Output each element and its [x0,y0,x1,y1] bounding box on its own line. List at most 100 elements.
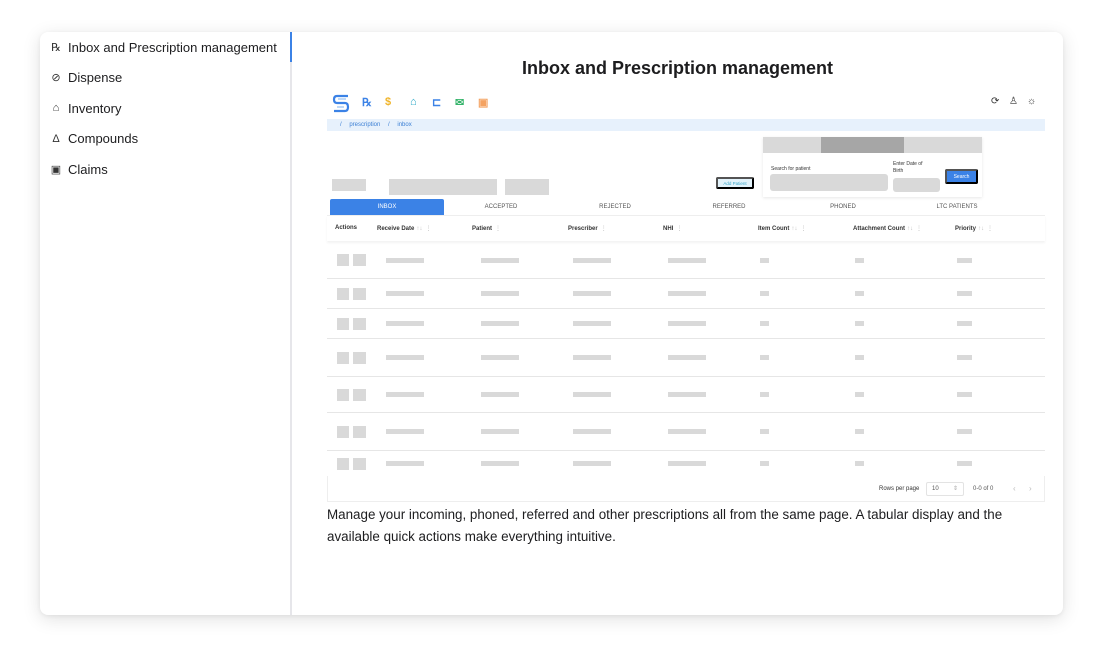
column-header-label: Item Count [758,226,790,232]
column-header-label: Patient [472,226,493,232]
sidebar-item-inventory[interactable]: ⌂ Inventory [50,97,122,119]
form-icon[interactable]: ▣ [478,96,488,109]
column-header-label: Priority [955,226,977,232]
action-button-placeholder[interactable] [337,457,349,470]
column-header-prescriber[interactable]: Prescriber ⋮ [568,225,607,232]
action-button-placeholder[interactable] [353,457,366,470]
column-menu-icon[interactable]: ⋮ [425,226,431,232]
tab-rejected[interactable]: REJECTED [558,199,672,215]
action-button-placeholder[interactable] [337,317,349,330]
search-mode-tab-active[interactable] [821,137,904,153]
warehouse-icon[interactable]: ⌂ [410,96,417,108]
cell-placeholder [481,321,519,326]
search-button[interactable]: Search [945,169,978,184]
breadcrumb-prescription[interactable]: prescription [349,122,380,128]
cell-placeholder [668,461,706,466]
sun-icon[interactable]: ☼ [1027,96,1036,107]
column-menu-icon[interactable]: ⋮ [676,226,682,232]
prev-page-icon[interactable]: ‹ [1013,484,1016,493]
table-row[interactable] [327,279,1045,309]
action-button-placeholder[interactable] [353,254,366,266]
cell-placeholder [481,392,519,397]
column-header-priority[interactable]: Priority ↑↓ ⋮ [955,225,993,232]
cell-placeholder [855,321,864,326]
column-header-attachment-count[interactable]: Attachment Count ↑↓ ⋮ [853,225,922,232]
column-header-nhi[interactable]: NHI ⋮ [663,225,682,232]
prescription-icon: ℞ [51,41,61,54]
column-menu-icon[interactable]: ⋮ [601,226,607,232]
prescription-icon[interactable]: ℞ [362,96,372,109]
rows-per-page-select[interactable]: 10 ⇕ [926,482,964,496]
table-row[interactable] [327,309,1045,339]
action-button-placeholder[interactable] [353,351,366,364]
cell-placeholder [760,429,769,434]
table-row[interactable] [327,451,1045,476]
rows-per-page-label: Rows per page [879,486,920,492]
action-button-placeholder[interactable] [353,317,366,330]
cell-placeholder [573,291,611,296]
sidebar-item-label: Dispense [68,70,123,85]
sidebar-item-label: Claims [68,161,108,177]
user-icon[interactable]: ♙ [1009,96,1018,107]
dob-input[interactable] [893,178,940,192]
cell-placeholder [386,429,424,434]
action-button-placeholder[interactable] [337,351,349,364]
column-header-label: NHI [663,226,674,232]
patient-search-input[interactable] [770,174,888,191]
filter-placeholder [389,179,497,195]
column-menu-icon[interactable]: ⋮ [916,226,922,232]
table-row[interactable] [327,339,1045,377]
action-button-placeholder[interactable] [337,254,349,266]
table-row[interactable] [327,413,1045,451]
pagination: Rows per page 10 ⇕ 0-0 of 0 ‹ › [327,476,1045,502]
tab-accepted[interactable]: ACCEPTED [444,199,558,215]
mail-icon[interactable]: ✉ [455,96,464,109]
cell-placeholder [760,461,769,466]
cell-placeholder [855,291,864,296]
action-button-placeholder[interactable] [353,388,366,401]
dollar-icon[interactable]: $ [385,96,391,108]
tab-ltc-patients[interactable]: LTC PATIENTS [900,199,1014,215]
column-header-label: Receive Date [377,226,415,232]
sidebar-item-label: Inbox and Prescription management [68,39,277,55]
sidebar-item-dispense[interactable]: ⊘ Dispense [50,67,122,89]
select-arrows-icon: ⇕ [952,486,958,492]
column-header-patient[interactable]: Patient ⋮ [472,225,501,232]
tab-inbox[interactable]: INBOX [330,199,444,215]
breadcrumb-inbox[interactable]: inbox [397,122,411,128]
breadcrumb-sep: / [340,122,342,128]
column-menu-icon[interactable]: ⋮ [495,226,501,232]
sort-icon[interactable]: ↑↓ [978,226,984,232]
cell-placeholder [386,461,424,466]
column-menu-icon[interactable]: ⋮ [987,226,993,232]
tab-phoned[interactable]: PHONED [786,199,900,215]
column-menu-icon[interactable]: ⋮ [800,226,806,232]
sort-icon[interactable]: ↑↓ [791,226,797,232]
column-header-label: Attachment Count [853,226,905,232]
table-header: Actions Receive Date ↑↓ ⋮ Patient ⋮ Prescriber… [327,215,1045,241]
table-row[interactable] [327,242,1045,279]
tab-referred[interactable]: REFERRED [672,199,786,215]
sidebar-item-claims[interactable]: ▣ Claims [50,158,108,180]
refresh-icon[interactable]: ⟳ [991,96,999,107]
filter-placeholder [505,179,549,195]
action-button-placeholder[interactable] [353,287,366,300]
add-patient-button[interactable]: Add Patient [716,177,754,189]
action-button-placeholder[interactable] [337,388,349,401]
sidebar-item-compounds[interactable]: Δ Compounds [50,128,138,150]
next-page-icon[interactable]: › [1029,484,1032,493]
cart-icon[interactable]: ⊏ [432,96,441,109]
column-header-item-count[interactable]: Item Count ↑↓ ⋮ [758,225,806,232]
feature-description: Manage your incoming, phoned, referred a… [327,507,1003,544]
action-button-placeholder[interactable] [353,425,366,438]
sidebar-item-inbox[interactable]: ℞ Inbox and Prescription management [50,36,277,58]
action-button-placeholder[interactable] [337,287,349,300]
table-row[interactable] [327,377,1045,413]
column-header-actions[interactable]: Actions [335,225,357,231]
sort-icon[interactable]: ↑↓ [907,226,913,232]
sort-icon[interactable]: ↑↓ [416,226,422,232]
feature-main: Inbox and Prescription management ℞ $ ⌂ ⊏ ✉ ▣… [292,32,1063,615]
page-title: Inbox and Prescription management [521,58,834,78]
column-header-receive-date[interactable]: Receive Date ↑↓ ⋮ [377,225,431,232]
action-button-placeholder[interactable] [337,425,349,438]
